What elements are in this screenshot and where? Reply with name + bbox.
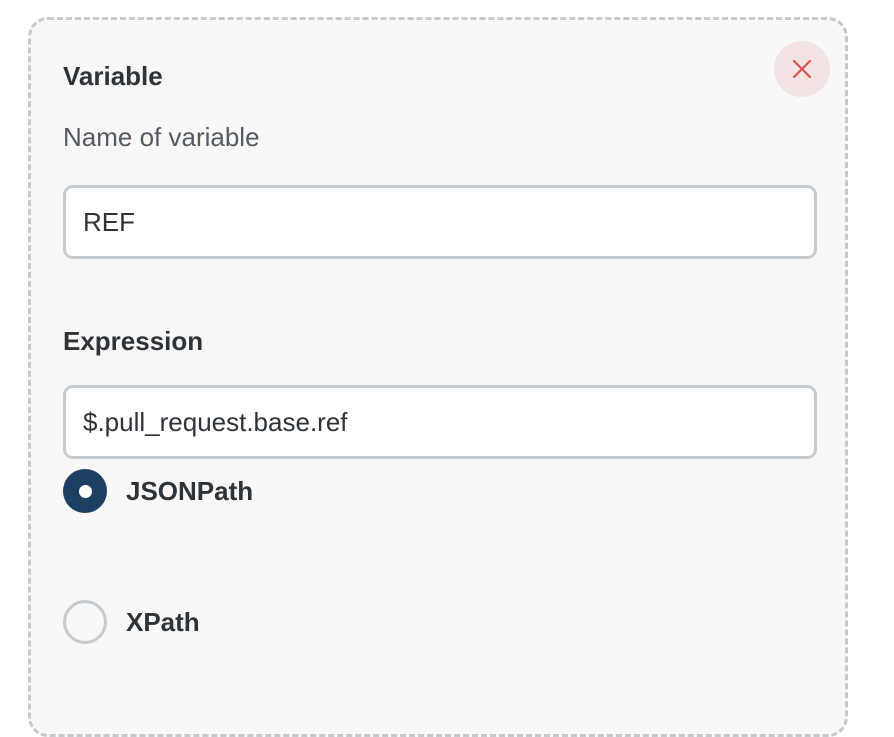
close-icon bbox=[792, 59, 812, 79]
radio-unchecked-indicator bbox=[63, 600, 107, 644]
variable-name-input[interactable] bbox=[63, 185, 817, 259]
expression-input[interactable] bbox=[63, 385, 817, 459]
variable-title: Variable bbox=[63, 61, 163, 91]
variable-name-helper: Name of variable bbox=[63, 122, 260, 152]
remove-variable-button[interactable] bbox=[774, 41, 830, 97]
radio-xpath[interactable]: XPath bbox=[63, 600, 200, 644]
radio-jsonpath-label: JSONPath bbox=[126, 475, 254, 506]
radio-checked-indicator bbox=[63, 469, 107, 513]
radio-xpath-label: XPath bbox=[126, 606, 200, 637]
expression-title: Expression bbox=[63, 326, 204, 356]
radio-jsonpath[interactable]: JSONPath bbox=[63, 469, 253, 513]
